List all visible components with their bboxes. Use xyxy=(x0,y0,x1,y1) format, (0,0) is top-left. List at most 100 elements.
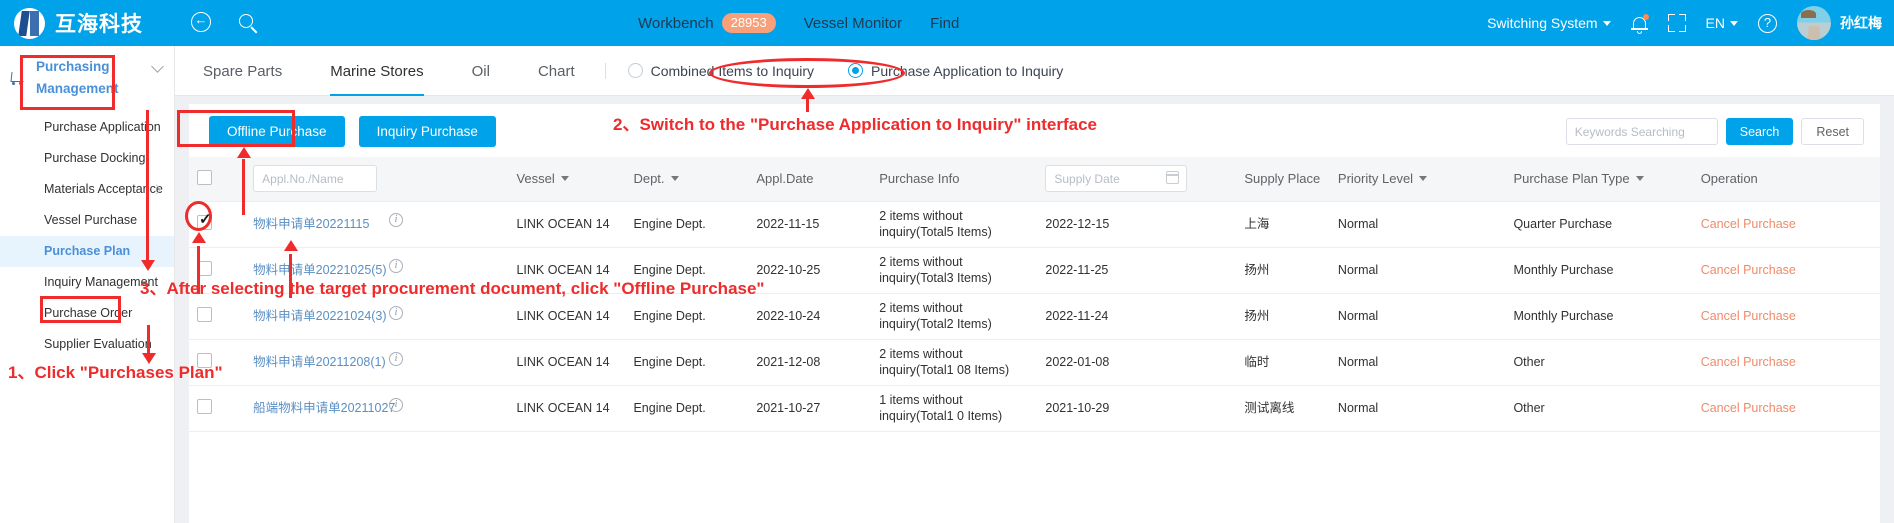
avatar xyxy=(1797,6,1831,40)
cell-operation: Cancel Purchase xyxy=(1692,247,1880,294)
th-appl-date-label: Appl.Date xyxy=(756,171,814,187)
row-checkbox[interactable] xyxy=(197,398,212,414)
offline-purchase-button[interactable]: Offline Purchase xyxy=(209,116,345,147)
sidebar-item-purchase-docking[interactable]: Purchase Docking xyxy=(0,143,174,174)
notification-dot xyxy=(1642,13,1649,20)
radio-icon xyxy=(627,63,643,78)
switching-system-label: Switching System xyxy=(1487,15,1598,31)
sidebar-item-supplier-evaluation[interactable]: Supplier Evaluation xyxy=(0,329,174,360)
tab-spare-parts[interactable]: Spare Parts xyxy=(203,46,282,96)
tab-chart[interactable]: Chart xyxy=(538,46,575,96)
chevron-down-icon xyxy=(1635,176,1644,182)
brand-logo[interactable]: 互海科技 xyxy=(14,7,143,39)
radio-purchase-application-to-inquiry[interactable]: Purchase Application to Inquiry xyxy=(848,63,1063,79)
company-logo-icon xyxy=(14,7,45,39)
supply-place-value: 扬州 xyxy=(1244,309,1270,323)
row-checkbox[interactable] xyxy=(197,306,212,322)
appl-no-link[interactable]: 物料申请单20221115 xyxy=(253,217,369,231)
nav-workbench-label: Workbench xyxy=(638,14,714,32)
cell-vessel: LINK OCEAN 14 xyxy=(508,201,626,248)
appl-no-link[interactable]: 物料申请单20221025(5) xyxy=(253,263,386,277)
cancel-purchase-link[interactable]: Cancel Purchase xyxy=(1701,309,1796,323)
table-row[interactable]: 物料申请单20211208(1) LINK OCEAN 14 Engine De… xyxy=(189,339,1880,386)
th-vessel[interactable]: Vessel xyxy=(508,157,626,202)
cancel-purchase-link[interactable]: Cancel Purchase xyxy=(1701,401,1796,415)
user-name: 孙红梅 xyxy=(1840,15,1882,31)
category-tabbar: Spare Parts Marine Stores Oil Chart Comb… xyxy=(175,46,1894,96)
row-checkbox[interactable] xyxy=(197,212,212,230)
header-nav: Workbench 28953 Vessel Monitor Find xyxy=(638,0,959,46)
sidebar-item-purchase-plan[interactable]: Purchase Plan xyxy=(0,236,174,267)
th-purchase-plan-type[interactable]: Purchase Plan Type xyxy=(1505,157,1693,202)
th-priority-level[interactable]: Priority Level xyxy=(1329,157,1506,202)
help-circle-icon[interactable]: ? xyxy=(1758,13,1777,33)
reset-button[interactable]: Reset xyxy=(1801,118,1864,145)
cell-supply-date: 2022-12-15 xyxy=(1037,201,1237,248)
vessel-value: LINK OCEAN 14 xyxy=(516,309,610,323)
appl-no-filter-input[interactable] xyxy=(253,165,378,193)
nav-vessel-monitor[interactable]: Vessel Monitor xyxy=(804,15,902,32)
nav-find[interactable]: Find xyxy=(930,15,959,32)
sidebar-item-label: Purchase Application xyxy=(44,120,161,134)
search-button[interactable]: Search xyxy=(1725,118,1794,145)
th-dept[interactable]: Dept. xyxy=(625,157,749,202)
cell-operation: Cancel Purchase xyxy=(1692,385,1880,432)
sidebar-item-label: Purchase Order xyxy=(44,306,133,320)
cell-vessel: LINK OCEAN 14 xyxy=(508,385,626,432)
cell-dept: Engine Dept. xyxy=(625,293,749,340)
sidebar-item-inquiry-management[interactable]: Inquiry Management xyxy=(0,267,174,298)
sidebar-item-materials-acceptance[interactable]: Materials Acceptance xyxy=(0,174,174,205)
cell-purchase-info: 2 items without inquiry(Total2 Items) xyxy=(871,293,1038,340)
nav-workbench[interactable]: Workbench 28953 xyxy=(638,13,776,33)
th-operation-label: Operation xyxy=(1700,171,1758,187)
cancel-purchase-link[interactable]: Cancel Purchase xyxy=(1701,355,1796,369)
supply-date-value: 2021-10-29 xyxy=(1045,401,1110,415)
cell-dept: Engine Dept. xyxy=(625,201,749,248)
table-row[interactable]: 物料申请单20221025(5) LINK OCEAN 14 Engine De… xyxy=(189,247,1880,294)
cell-checkbox xyxy=(189,293,246,340)
cell-priority: Normal xyxy=(1329,247,1506,294)
priority-value: Normal xyxy=(1337,263,1379,277)
sidebar-item-vessel-purchase[interactable]: Vessel Purchase xyxy=(0,205,174,236)
row-checkbox[interactable] xyxy=(197,260,212,276)
keywords-search-input[interactable] xyxy=(1565,118,1718,145)
fullscreen-icon[interactable] xyxy=(1667,14,1686,32)
cell-plan-type: Monthly Purchase xyxy=(1505,247,1693,294)
select-all-checkbox[interactable] xyxy=(197,169,212,185)
table-row[interactable]: 物料申请单20221024(3) LINK OCEAN 14 Engine De… xyxy=(189,293,1880,340)
switching-system-button[interactable]: Switching System xyxy=(1487,15,1611,31)
language-selector[interactable]: EN xyxy=(1706,15,1738,31)
sidebar-item-purchase-order[interactable]: Purchase Order xyxy=(0,298,174,329)
cell-supply-date: 2022-01-08 xyxy=(1037,339,1237,386)
sidebar-section-purchasing-management[interactable]: Purchasing Management xyxy=(0,46,174,108)
appl-no-link[interactable]: 物料申请单20221024(3) xyxy=(253,309,386,323)
cancel-purchase-link[interactable]: Cancel Purchase xyxy=(1701,263,1796,277)
radio-label: Combined Items to Inquiry xyxy=(650,62,815,79)
cell-appl-no: 物料申请单20211208(1) xyxy=(245,339,509,386)
tab-marine-stores[interactable]: Marine Stores xyxy=(330,46,424,96)
row-checkbox[interactable] xyxy=(197,352,212,368)
purchase-plan-card: Offline Purchase Inquiry Purchase Search… xyxy=(189,104,1880,523)
purchase-plan-table: Vessel Dept. Appl.Date xyxy=(189,157,1880,432)
inquiry-purchase-button[interactable]: Inquiry Purchase xyxy=(358,116,496,147)
cancel-purchase-link[interactable]: Cancel Purchase xyxy=(1701,217,1796,231)
cell-supply-place: 扬州 xyxy=(1236,247,1330,294)
tab-oil[interactable]: Oil xyxy=(472,46,490,96)
sidebar-item-purchase-application[interactable]: Purchase Application xyxy=(0,112,174,143)
search-icon[interactable] xyxy=(239,12,261,34)
supply-date-value: 2022-11-24 xyxy=(1045,309,1109,323)
th-appl-no xyxy=(245,157,509,202)
shopping-cart-icon xyxy=(10,71,28,87)
cell-plan-type: Other xyxy=(1505,385,1693,432)
table-row[interactable]: 船端物料申请单20211027 LINK OCEAN 14 Engine Dep… xyxy=(189,385,1880,432)
purchase-info-value: 1 items without inquiry(Total1 0 Items) xyxy=(879,393,1003,423)
appl-no-link[interactable]: 物料申请单20211208(1) xyxy=(253,355,385,369)
nav-vessel-monitor-label: Vessel Monitor xyxy=(803,14,903,32)
appl-no-link[interactable]: 船端物料申请单20211027 xyxy=(253,401,395,415)
notification-bell-icon[interactable] xyxy=(1630,13,1649,34)
user-menu[interactable]: 孙红梅 xyxy=(1797,6,1882,40)
back-circle-icon[interactable] xyxy=(191,10,213,34)
table-row[interactable]: 物料申请单20221115 LINK OCEAN 14 Engine Dept.… xyxy=(189,201,1880,248)
cell-priority: Normal xyxy=(1329,385,1506,432)
radio-combined-items-to-inquiry[interactable]: Combined Items to Inquiry xyxy=(627,62,815,79)
